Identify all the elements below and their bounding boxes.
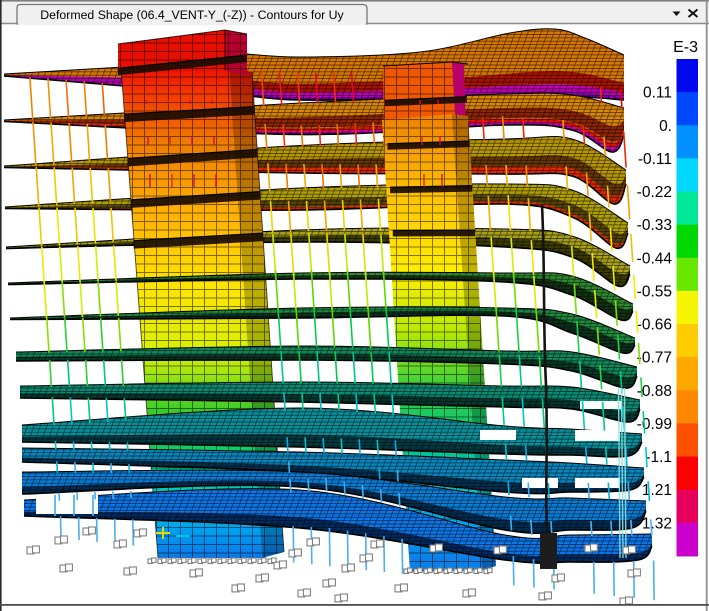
svg-text:-0.77: -0.77: [637, 350, 672, 367]
svg-text:1.32: 1.32: [642, 515, 672, 532]
svg-text:-0.99: -0.99: [637, 416, 672, 433]
svg-text:0.11: 0.11: [643, 85, 672, 102]
svg-text:-0.55: -0.55: [637, 283, 672, 300]
svg-text:0.: 0.: [659, 118, 672, 135]
svg-text:E-3: E-3: [673, 39, 698, 56]
svg-text:-0.11: -0.11: [638, 151, 672, 168]
svg-text:-1.1: -1.1: [645, 449, 672, 466]
svg-text:-0.22: -0.22: [637, 184, 672, 201]
svg-text:1.21: 1.21: [642, 482, 672, 499]
svg-text:-0.44: -0.44: [637, 250, 673, 267]
svg-text:-0.33: -0.33: [637, 217, 672, 234]
svg-text:Deformed Shape (06.4_VENT-Y_(-: Deformed Shape (06.4_VENT-Y_(-Z)) - Cont…: [40, 8, 344, 22]
svg-text:-0.66: -0.66: [637, 317, 672, 334]
